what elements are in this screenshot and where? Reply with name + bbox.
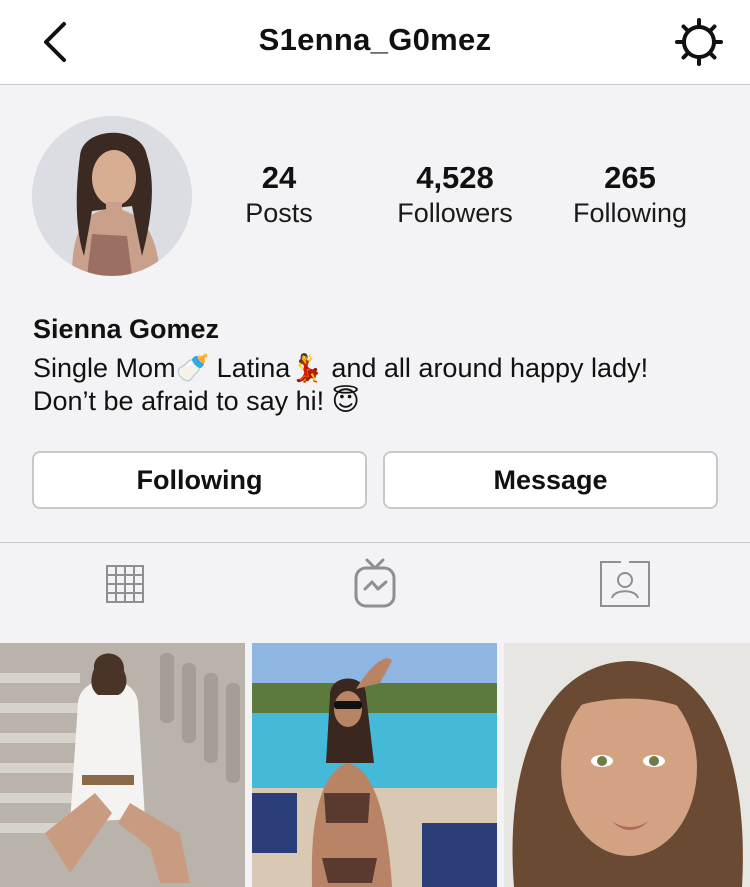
- message-button[interactable]: Message: [383, 451, 718, 509]
- gear-icon: [675, 18, 723, 66]
- followers-count: 4,528: [416, 160, 494, 195]
- profile-avatar[interactable]: [32, 116, 192, 276]
- profile-bio: Single Mom🍼 Latina💃 and all around happy…: [33, 352, 723, 418]
- igtv-icon: [354, 558, 396, 608]
- stat-followers[interactable]: 4,528 Followers: [365, 160, 545, 230]
- stat-following[interactable]: 265 Following: [540, 160, 720, 230]
- followers-label: Followers: [397, 198, 513, 228]
- settings-button[interactable]: [674, 18, 724, 66]
- tab-grid[interactable]: [95, 556, 155, 612]
- posts-label: Posts: [245, 198, 313, 228]
- tab-tagged[interactable]: [595, 556, 655, 612]
- photo-thumbnail-2[interactable]: [252, 643, 497, 887]
- section-divider: [0, 542, 750, 543]
- profile-full-name: Sienna Gomez: [33, 314, 220, 344]
- photo-thumbnail-3[interactable]: [504, 643, 750, 887]
- tagged-icon: [600, 560, 650, 607]
- profile-username: S1enna_G0mez: [258, 22, 492, 57]
- top-bar: S1enna_G0mez: [0, 0, 750, 85]
- following-label: Following: [572, 198, 688, 228]
- posts-count: 24: [261, 160, 297, 195]
- following-button[interactable]: Following: [32, 451, 367, 509]
- bio-line-2: Don’t be afraid to say hi! 😇: [33, 386, 360, 416]
- photo-thumbnail-1[interactable]: [0, 643, 245, 887]
- following-count: 265: [604, 160, 656, 195]
- bio-line-1: Single Mom🍼 Latina💃 and all around happy…: [33, 353, 649, 383]
- grid-icon: [106, 565, 144, 603]
- tab-igtv[interactable]: [345, 556, 405, 612]
- stat-posts[interactable]: 24 Posts: [189, 160, 369, 230]
